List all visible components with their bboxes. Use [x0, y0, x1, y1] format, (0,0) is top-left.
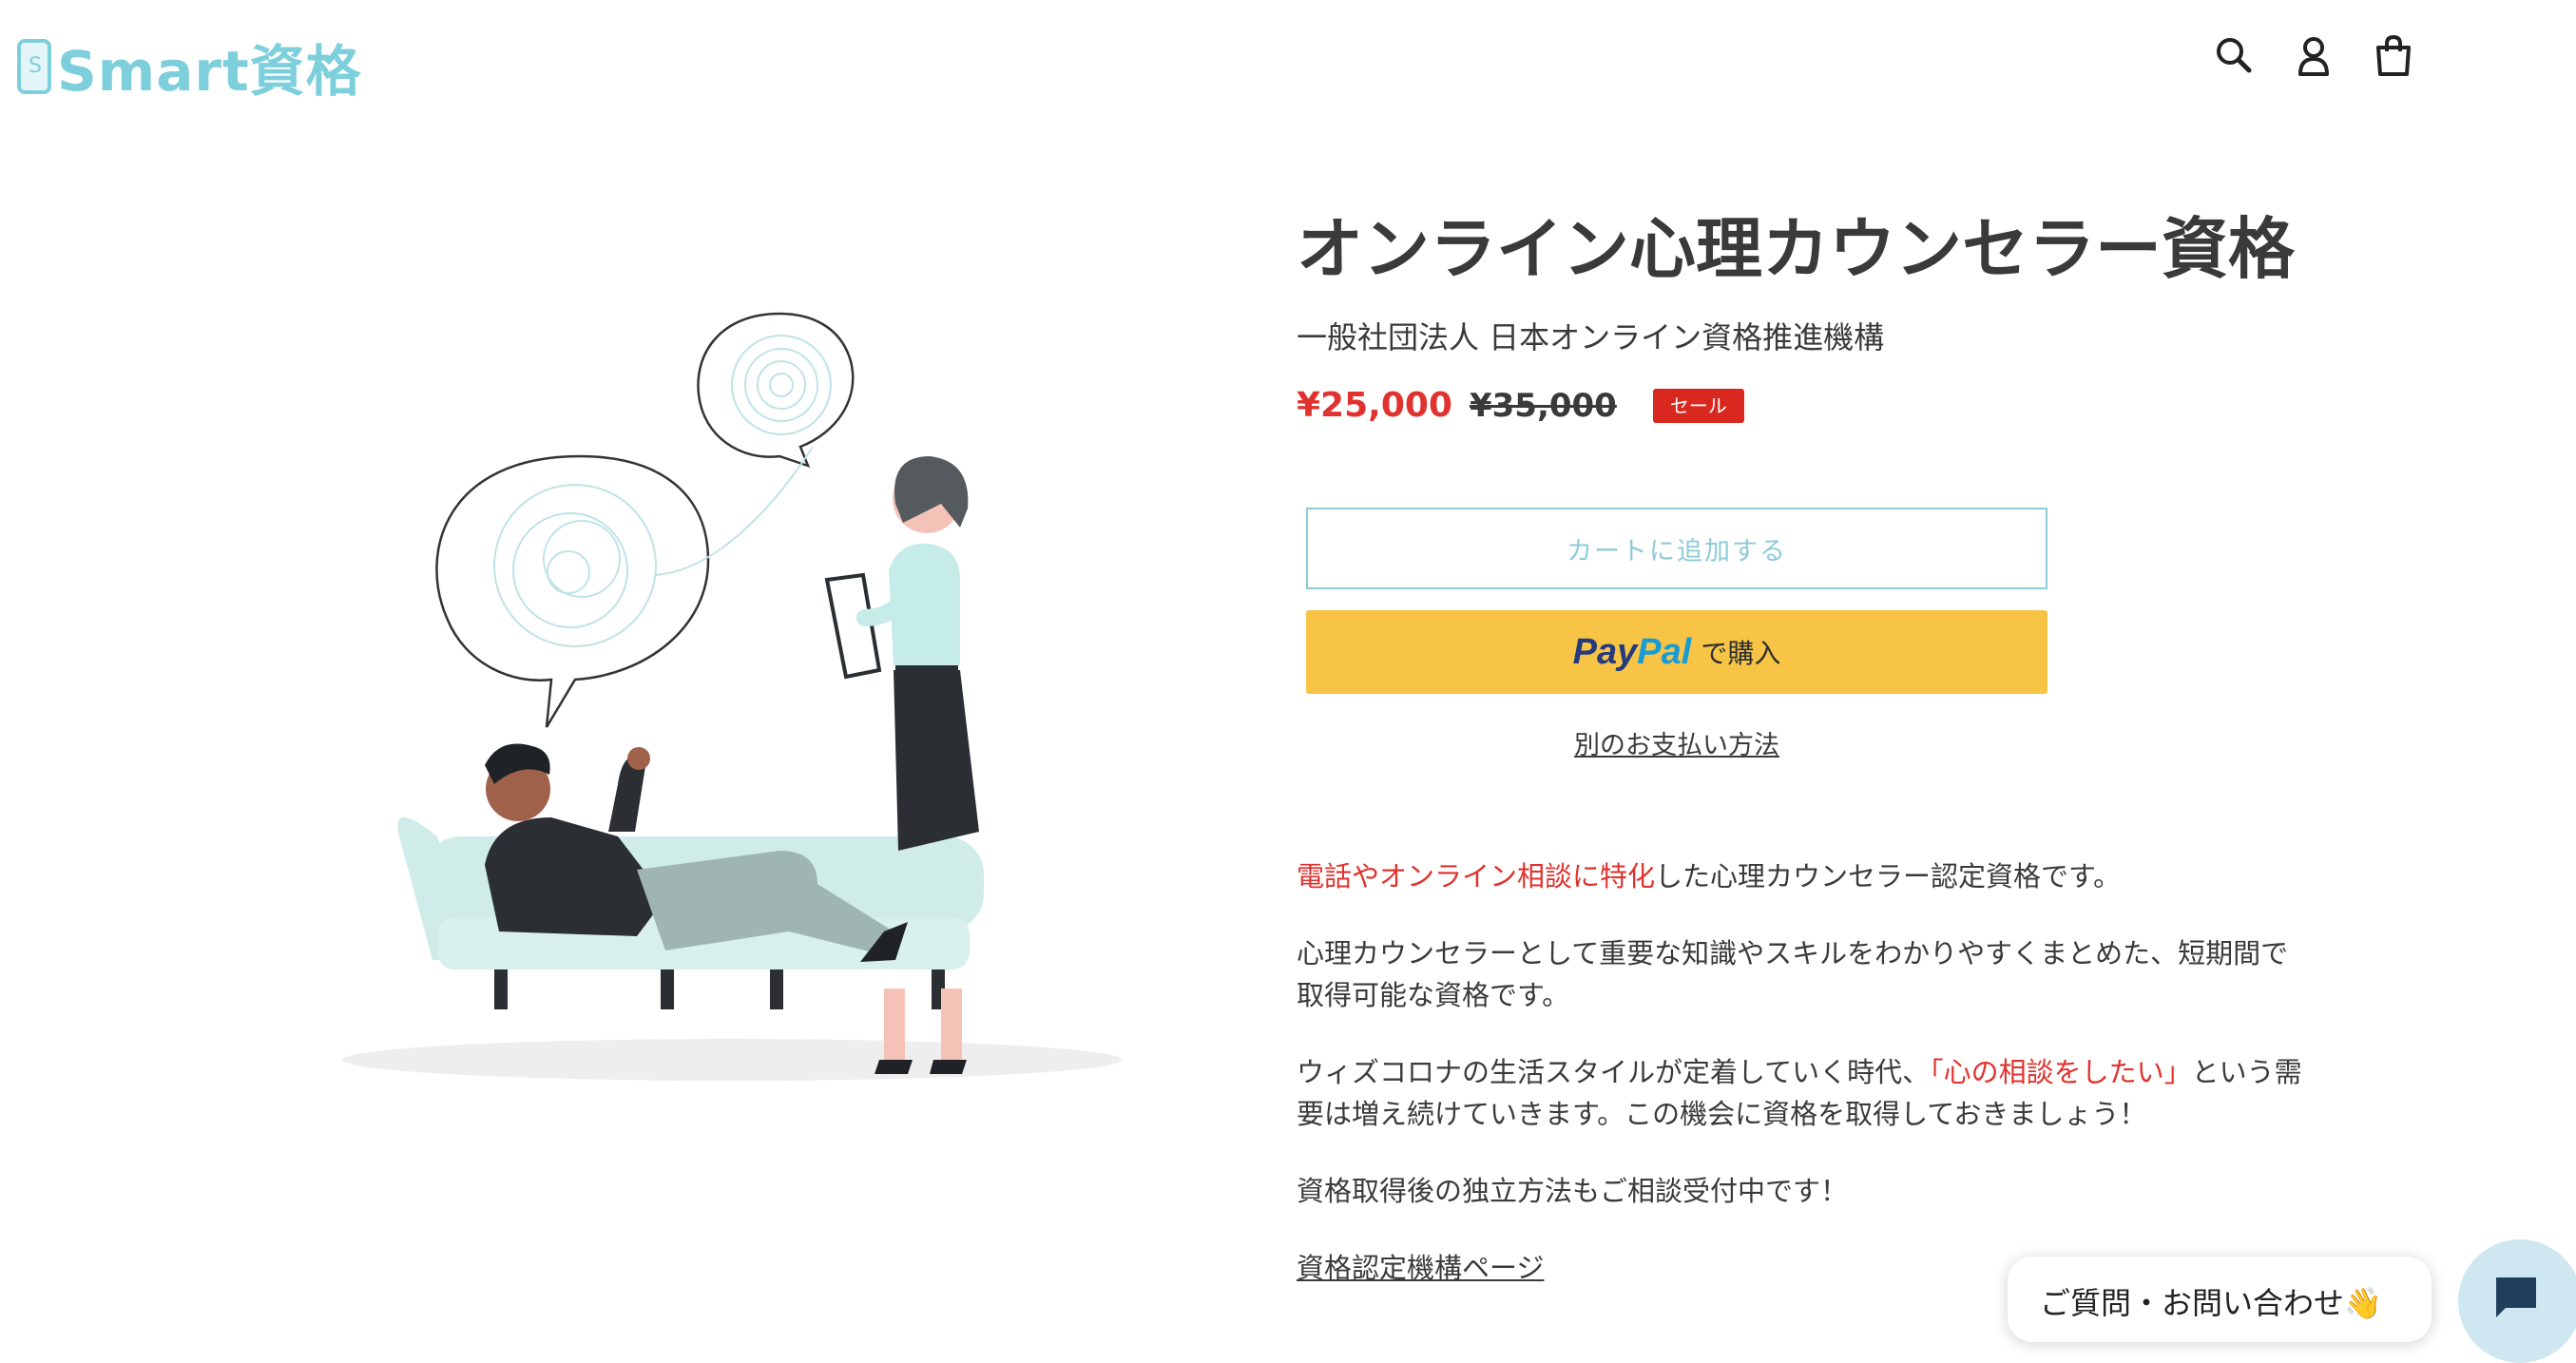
description-paragraph-2: 心理カウンセラーとして重要な知識やスキルをわかりやすくまとめた、短期間で取得可能… [1297, 937, 2289, 1011]
certification-page-link[interactable]: 資格認定機構ページ [1297, 1247, 1544, 1289]
description-text-1: した心理カウンセラー認定資格です。 [1655, 860, 2122, 893]
account-icon[interactable] [2293, 34, 2335, 78]
logo-text: Smart資格 [57, 39, 362, 104]
product-vendor: 一般社団法人 日本オンライン資格推進機構 [1297, 319, 1885, 355]
paypal-logo-pal: Pal [1637, 631, 1692, 672]
counseling-illustration [342, 312, 1122, 1081]
logo-phone-icon: S [17, 39, 51, 94]
paypal-suffix: で購入 [1701, 638, 1781, 669]
site-logo[interactable]: S Smart資格 [17, 27, 362, 106]
description-paragraph-4: 資格取得後の独立方法もご相談受付中です！ [1297, 1175, 1849, 1207]
chat-greeting-bubble[interactable]: ご質問・お問い合わせ👋 [2008, 1257, 2432, 1342]
sale-price: ¥25,000 [1297, 386, 1452, 425]
paypal-button[interactable]: Pay Pal で購入 [1306, 610, 2047, 694]
search-icon[interactable] [2213, 34, 2255, 78]
chat-launcher-button[interactable] [2458, 1239, 2576, 1363]
description-highlight-3: 「心の相談をしたい」 [1930, 1056, 2192, 1088]
logo-mark-letter: S [29, 54, 42, 78]
description-paragraph-1: 電話やオンライン相談に特化した心理カウンセラー認定資格です。 [1297, 855, 2304, 897]
sale-badge: セール [1652, 388, 1744, 423]
other-payment-label: 別のお支払い方法 [1574, 731, 1779, 760]
description-text-3a: ウィズコロナの生活スタイルが定着していく時代、 [1297, 1056, 1931, 1088]
cart-icon[interactable] [2373, 34, 2414, 78]
add-to-cart-label: カートに追加する [1567, 536, 1787, 566]
product-info: オンライン心理カウンセラー資格 一般社団法人 日本オンライン資格推進機構 ¥25… [1297, 209, 2295, 425]
description-paragraph-3: ウィズコロナの生活スタイルが定着していく時代、「心の相談をしたい」という需要は増… [1297, 1051, 2304, 1135]
description-highlight-1: 電話やオンライン相談に特化 [1297, 860, 1656, 893]
site-header: S Smart資格 [0, 0, 2576, 124]
chat-greeting-text: ご質問・お問い合わせ👋 [2040, 1285, 2382, 1321]
product-title: オンライン心理カウンセラー資格 [1297, 210, 2295, 288]
regular-price: ¥35,000 [1469, 386, 1617, 425]
product-description: 電話やオンライン相談に特化した心理カウンセラー認定資格です。 心理カウンセラーと… [1297, 855, 2304, 1289]
add-to-cart-button[interactable]: カートに追加する [1306, 508, 2047, 589]
chat-icon [2496, 1277, 2536, 1317]
price-row: ¥25,000 ¥35,000 セール [1297, 386, 2295, 425]
paypal-logo-pay: Pay [1572, 631, 1638, 672]
header-icons [2213, 34, 2414, 78]
other-payment-link[interactable]: 別のお支払い方法 [1306, 724, 2047, 761]
